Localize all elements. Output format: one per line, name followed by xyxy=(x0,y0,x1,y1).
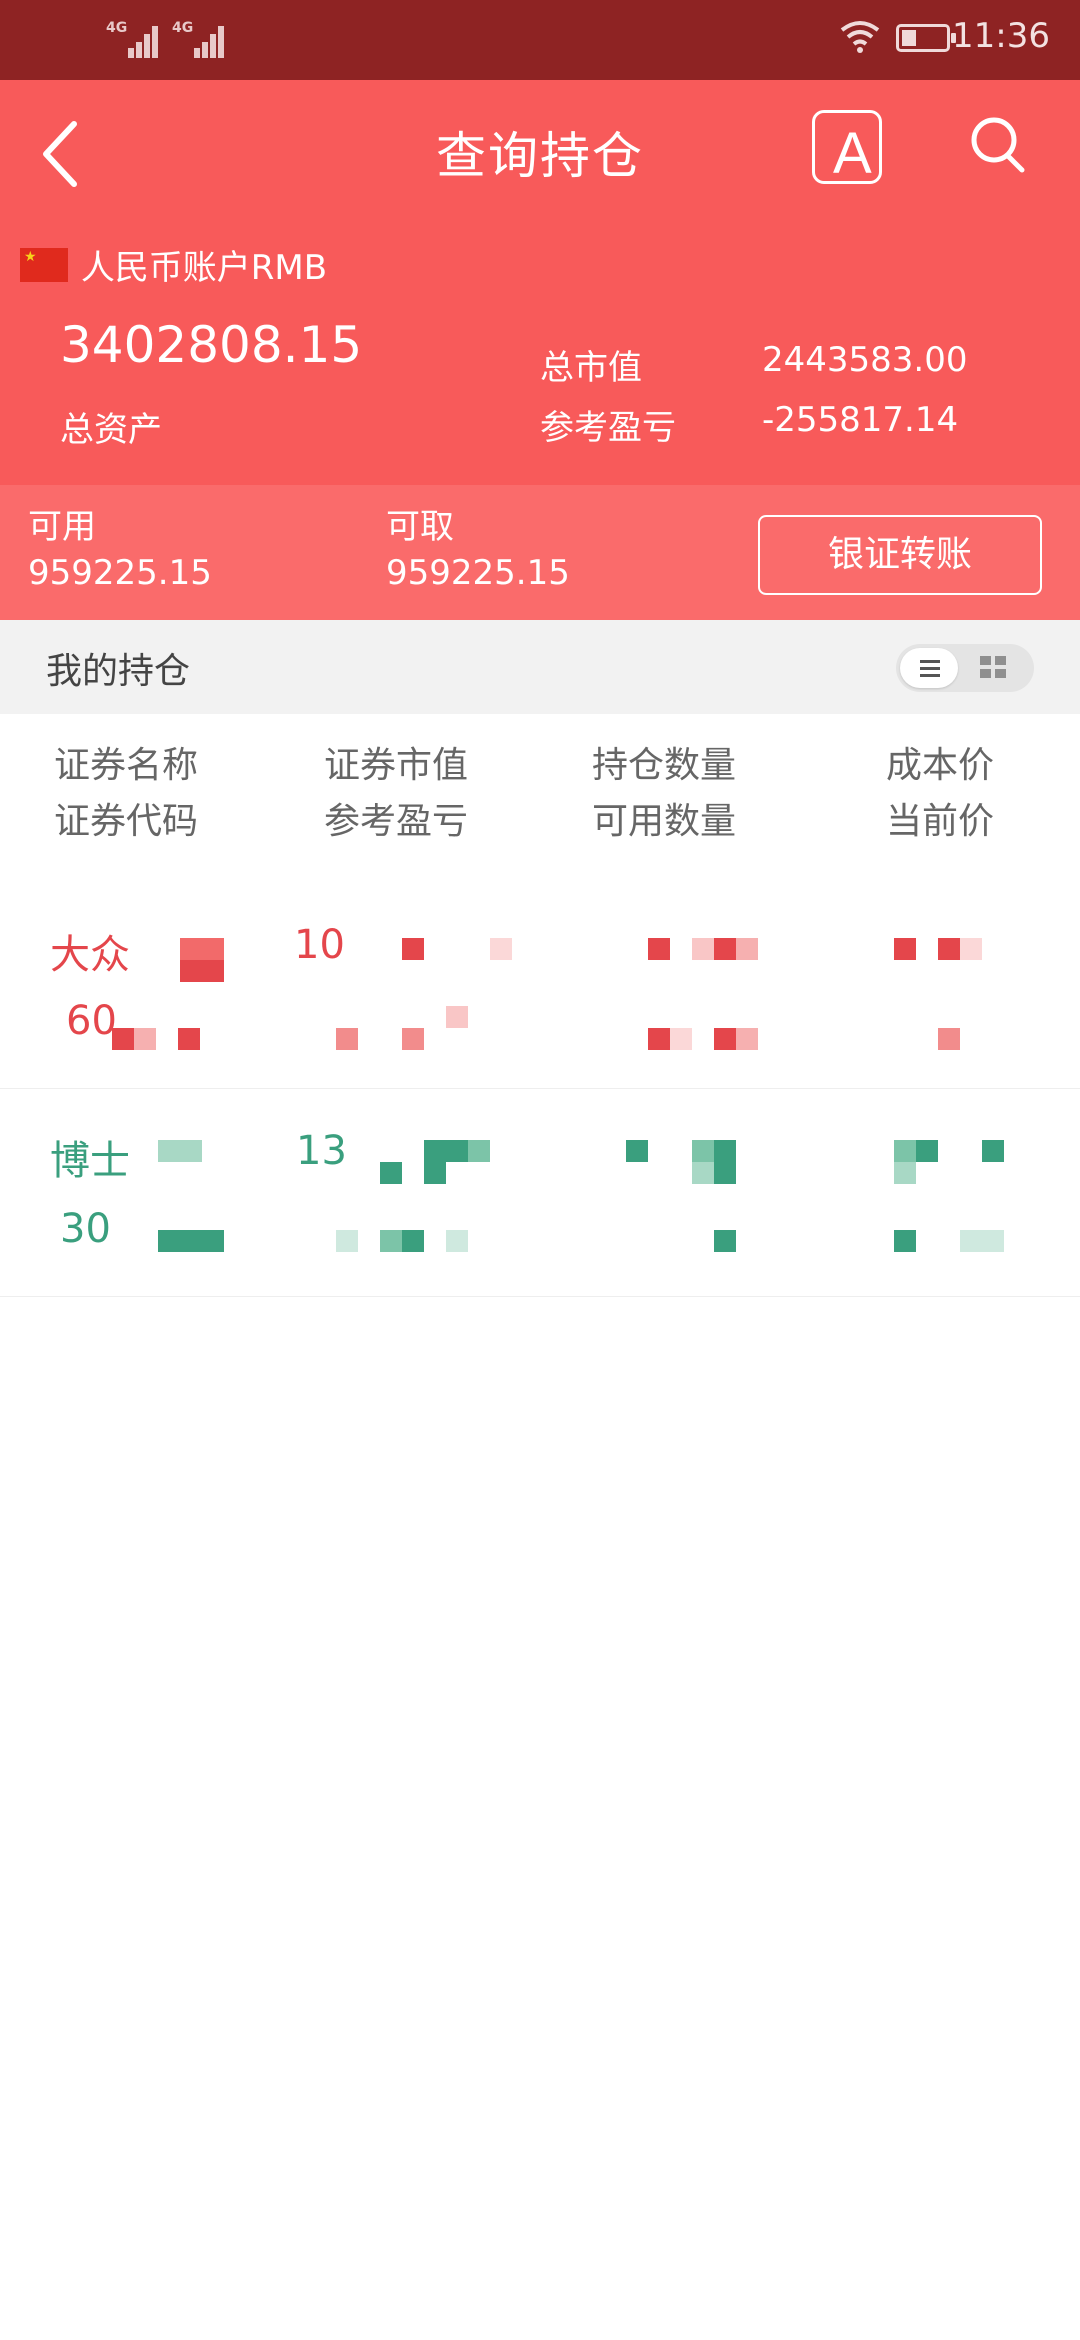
market-value: 10 xyxy=(294,922,345,968)
security-code: 60 xyxy=(66,998,117,1044)
available-value: 959225.15 xyxy=(28,553,212,593)
security-name: 博士 xyxy=(50,1138,130,1184)
total-assets-label: 总资产 xyxy=(60,410,162,450)
withdrawable-value: 959225.15 xyxy=(386,553,570,593)
total-assets-value: 3402808.15 xyxy=(60,316,363,374)
list-view-icon[interactable] xyxy=(900,648,958,688)
security-name: 大众 xyxy=(50,932,130,978)
column-header-name: 证券名称 证券代码 xyxy=(54,738,198,850)
column-label: 当前价 xyxy=(886,801,995,842)
column-label: 证券代码 xyxy=(54,801,199,842)
column-label: 可用数量 xyxy=(592,801,737,842)
page-title: 查询持仓 xyxy=(436,127,644,185)
column-header-price: 成本价 当前价 xyxy=(886,738,994,850)
column-label: 持仓数量 xyxy=(592,745,737,786)
status-time: 11:36 xyxy=(952,16,1050,56)
column-label: 参考盈亏 xyxy=(324,801,469,842)
available-label: 可用 xyxy=(28,507,96,547)
column-header-value: 证券市值 参考盈亏 xyxy=(324,738,468,850)
wifi-icon xyxy=(840,21,880,53)
view-mode-toggle[interactable] xyxy=(896,644,1034,692)
pnl-label: 参考盈亏 xyxy=(540,408,676,448)
table-row[interactable]: 博士 30 13 xyxy=(0,1088,1080,1297)
withdrawable-label: 可取 xyxy=(386,507,454,547)
status-bar: 4G 4G 11:36 xyxy=(0,0,1080,80)
pnl-value: -255817.14 xyxy=(762,400,959,440)
column-header-quantity: 持仓数量 可用数量 xyxy=(592,738,736,850)
market-value: 13 xyxy=(296,1128,347,1174)
account-selector[interactable]: 人民币账户RMB xyxy=(20,240,327,289)
account-label: 人民币账户RMB xyxy=(80,248,328,288)
column-label: 证券名称 xyxy=(54,745,199,786)
battery-icon xyxy=(896,24,956,52)
positions-section-header: 我的持仓 xyxy=(0,620,1080,714)
column-label: 证券市值 xyxy=(324,745,469,786)
font-size-button[interactable]: A xyxy=(812,110,882,184)
market-value: 2443583.00 xyxy=(762,340,968,380)
market-value-label: 总市值 xyxy=(540,348,642,388)
table-row[interactable]: 大众 60 10 xyxy=(0,880,1080,1089)
account-header: 查询持仓 A 人民币账户RMB 3402808.15 总资产 总市值 24435… xyxy=(0,80,1080,485)
font-size-icon: A xyxy=(833,121,872,186)
security-code: 30 xyxy=(60,1206,111,1252)
section-title: 我的持仓 xyxy=(46,651,191,692)
column-label: 成本价 xyxy=(886,745,995,786)
funds-bar: 可用 959225.15 可取 959225.15 银证转账 xyxy=(0,485,1080,620)
china-flag-icon xyxy=(20,247,68,282)
bank-transfer-button[interactable]: 银证转账 xyxy=(758,515,1042,595)
grid-view-icon[interactable] xyxy=(980,656,1008,680)
search-icon[interactable] xyxy=(968,114,1028,178)
